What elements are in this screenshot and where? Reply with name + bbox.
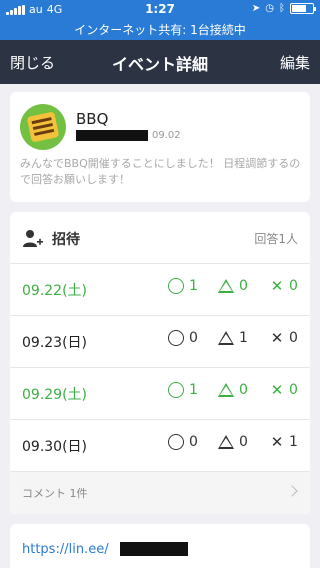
- event-description: みんなでBBQ開催することにしました！ 日程調節するので回答お願いします！: [20, 157, 301, 186]
- bbq-grill-icon: [26, 111, 60, 143]
- hotspot-banner[interactable]: インターネット共有: 1台接続中: [0, 20, 320, 40]
- no-count: ✕ 0: [270, 278, 298, 294]
- maybe-count: 0: [218, 278, 248, 294]
- maybe-value: 0: [239, 434, 248, 450]
- maybe-value: 1: [239, 330, 248, 346]
- maybe-value: 0: [239, 278, 248, 294]
- maybe-count: 1: [218, 330, 248, 346]
- ok-value: 0: [189, 434, 198, 450]
- circle-icon: [168, 434, 184, 450]
- date-row[interactable]: 09.29(土) 1 0 ✕ 0: [10, 368, 310, 420]
- nav-bar: 閉じる イベント詳細 編集: [0, 40, 320, 84]
- ok-value: 1: [189, 382, 198, 398]
- ok-count: 1: [168, 382, 198, 398]
- comment-row[interactable]: コメント 1件: [10, 472, 310, 514]
- add-person-icon: [23, 230, 43, 247]
- status-bar: au 4G 1:27 ➤ ◷ ᛒ: [0, 0, 320, 20]
- date-row[interactable]: 09.30(日) 0 0 ✕ 1: [10, 420, 310, 472]
- no-value: 0: [289, 278, 298, 294]
- row-date: 09.29(土): [22, 387, 88, 403]
- comment-label: コメント 1件: [22, 487, 88, 500]
- maybe-count: 0: [218, 434, 248, 450]
- event-avatar: [20, 104, 66, 150]
- invitation-title: 招待: [52, 232, 80, 248]
- cross-icon: ✕: [270, 329, 284, 347]
- invitation-card: 招待 回答1人 09.22(土) 1 0 ✕ 0 09.23(日) 0 1 ✕ 0 09.29(土)…: [10, 212, 310, 514]
- no-count: ✕ 1: [270, 434, 298, 450]
- no-value: 0: [289, 330, 298, 346]
- link-card: https://lin.ee/: [10, 524, 310, 568]
- event-card: BBQ 09.02 みんなでBBQ開催することにしました！ 日程調節するので回答…: [10, 92, 310, 202]
- page-title: イベント詳細: [111, 55, 208, 74]
- response-count: 回答1人: [254, 232, 298, 246]
- redacted-organizer: [76, 130, 148, 141]
- event-title: BBQ: [76, 110, 109, 128]
- invitation-header[interactable]: 招待 回答1人: [10, 212, 310, 264]
- cross-icon: ✕: [270, 433, 284, 451]
- circle-icon: [168, 382, 184, 398]
- row-date: 09.30(日): [22, 439, 88, 455]
- triangle-icon: [218, 383, 234, 397]
- chevron-right-icon: [286, 485, 298, 497]
- triangle-icon: [218, 279, 234, 293]
- ok-count: 1: [168, 278, 198, 294]
- ok-value: 1: [189, 278, 198, 294]
- circle-icon: [168, 330, 184, 346]
- event-date: 09.02: [152, 130, 181, 141]
- cross-icon: ✕: [270, 277, 284, 295]
- date-row[interactable]: 09.22(土) 1 0 ✕ 0: [10, 264, 310, 316]
- ok-count: 0: [168, 330, 198, 346]
- no-count: ✕ 0: [270, 330, 298, 346]
- alarm-icon: ◷: [265, 3, 274, 14]
- location-icon: ➤: [251, 3, 261, 14]
- battery-icon: [290, 3, 316, 14]
- triangle-icon: [218, 435, 234, 449]
- row-date: 09.23(日): [22, 335, 88, 351]
- redacted-link: [120, 542, 188, 556]
- cross-icon: ✕: [270, 381, 284, 399]
- no-count: ✕ 0: [270, 382, 298, 398]
- row-date: 09.22(土): [22, 283, 88, 299]
- circle-icon: [168, 278, 184, 294]
- no-value: 1: [289, 434, 298, 450]
- edit-button[interactable]: 編集: [280, 52, 310, 73]
- no-value: 0: [289, 382, 298, 398]
- event-link[interactable]: https://lin.ee/: [22, 542, 109, 557]
- maybe-count: 0: [218, 382, 248, 398]
- date-row[interactable]: 09.23(日) 0 1 ✕ 0: [10, 316, 310, 368]
- ok-count: 0: [168, 434, 198, 450]
- triangle-icon: [218, 331, 234, 345]
- ok-value: 0: [189, 330, 198, 346]
- bluetooth-icon: ᛒ: [279, 3, 285, 14]
- maybe-value: 0: [239, 382, 248, 398]
